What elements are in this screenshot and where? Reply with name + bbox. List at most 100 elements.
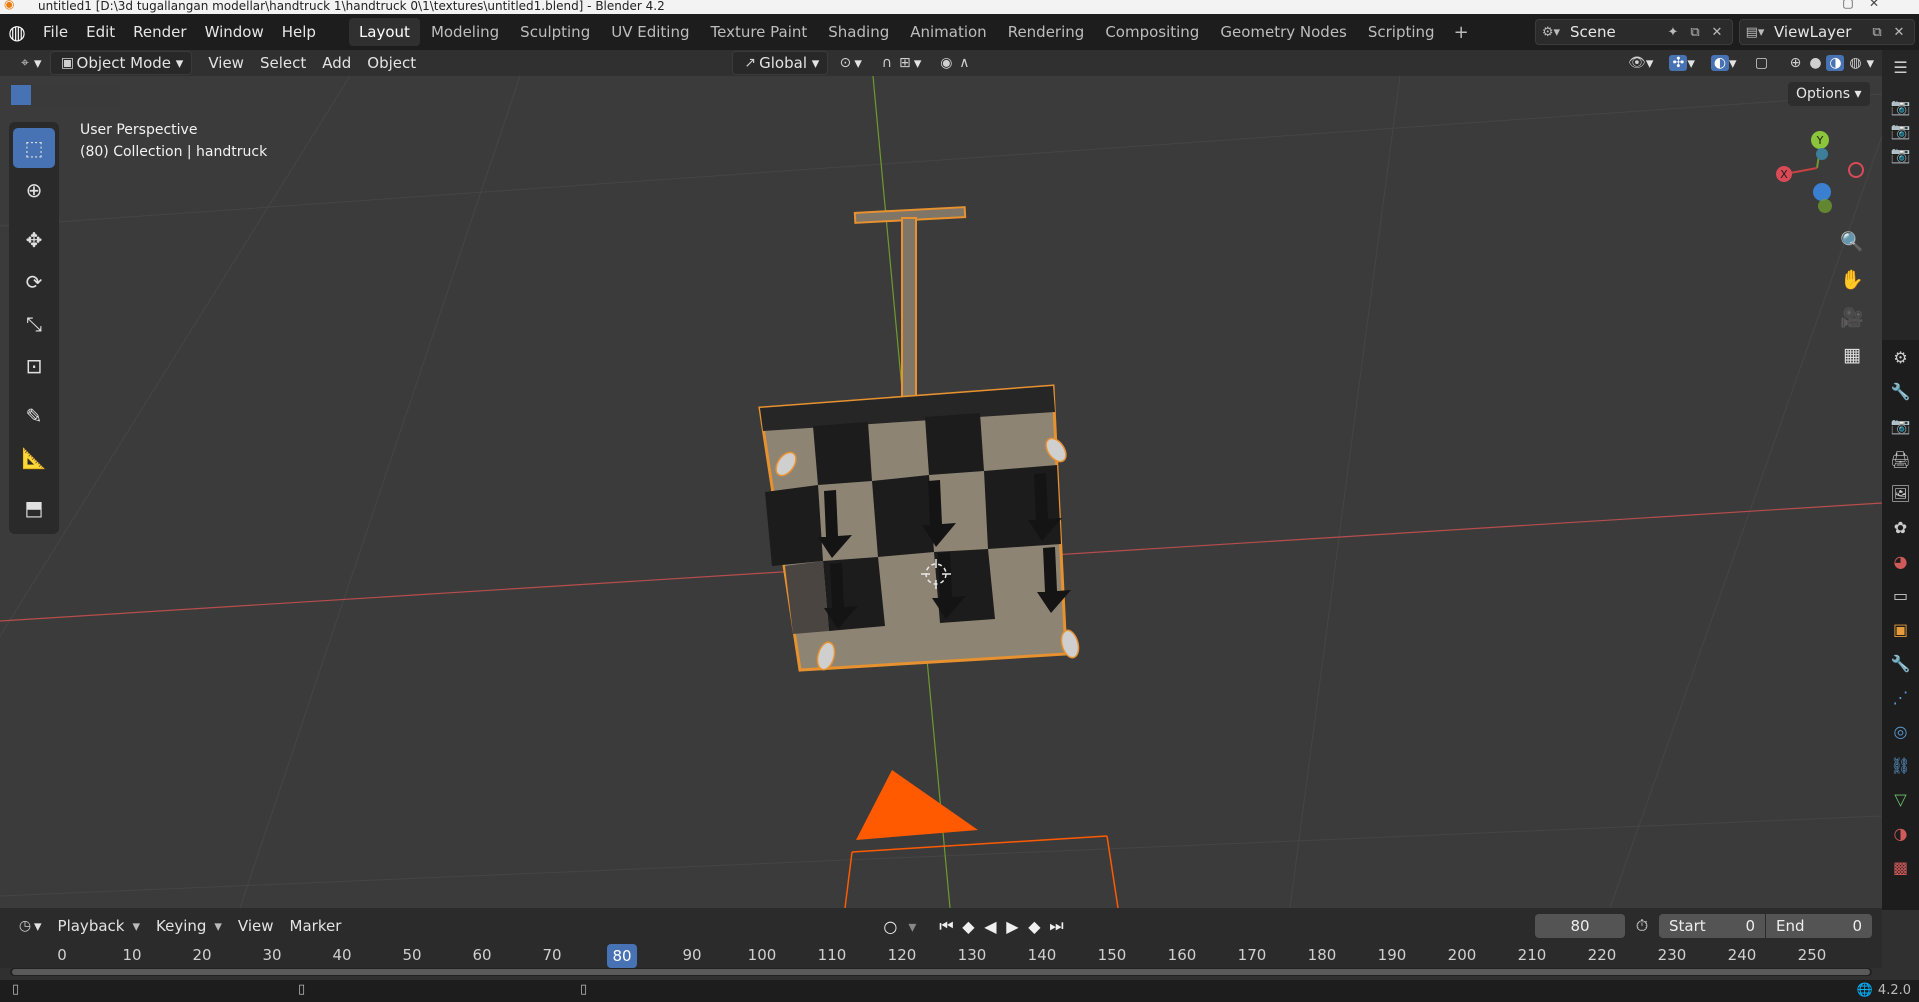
gizmo-z-icon[interactable] xyxy=(1813,183,1831,201)
annotate-tool-icon[interactable]: ✎ xyxy=(13,396,55,436)
camera-up-triangle[interactable] xyxy=(856,770,978,840)
tab-rendering[interactable]: Rendering xyxy=(998,18,1095,46)
rendered-shading-icon[interactable]: ◍ xyxy=(1846,55,1864,71)
camera-visibility-icon[interactable]: 📷 xyxy=(1882,118,1919,142)
navigation-gizmo[interactable]: Y X xyxy=(1770,126,1880,236)
material-properties-icon[interactable]: ◑ xyxy=(1882,816,1919,850)
window-controls[interactable]: ▢ ✕ xyxy=(1842,0,1879,9)
render-properties-icon[interactable]: 📷 xyxy=(1882,408,1919,442)
pivot-dropdown[interactable]: ⊙ ▾ xyxy=(828,51,870,75)
tab-compositing[interactable]: Compositing xyxy=(1095,18,1209,46)
texture-properties-icon[interactable]: ▩ xyxy=(1882,850,1919,884)
header-menu-select[interactable]: Select xyxy=(252,51,314,75)
tool-properties-icon[interactable]: 🔧 xyxy=(1882,374,1919,408)
play-reverse-icon[interactable]: ◀ xyxy=(979,917,1001,936)
menu-file[interactable]: File xyxy=(34,14,77,50)
timeline-menu-playback[interactable]: Playback xyxy=(50,914,133,938)
data-properties-icon[interactable]: ▽ xyxy=(1882,782,1919,816)
timeline-editor-type[interactable]: ◷ ▾ xyxy=(8,914,50,938)
header-menu-object[interactable]: Object xyxy=(359,51,424,75)
world-properties-icon[interactable]: ◕ xyxy=(1882,544,1919,578)
new-view-layer-icon[interactable]: ⧉ xyxy=(1866,25,1888,40)
physics-properties-icon[interactable]: ◎ xyxy=(1882,714,1919,748)
start-frame-field[interactable]: Start 0 xyxy=(1659,914,1765,938)
tab-sculpting[interactable]: Sculpting xyxy=(510,18,600,46)
gizmo-toggle[interactable]: ✣ ▾ xyxy=(1661,51,1703,75)
tab-layout[interactable]: Layout xyxy=(348,18,420,46)
select-box-tool-icon[interactable]: ⬚ xyxy=(13,128,55,168)
transform-tool-icon[interactable]: ⊡ xyxy=(13,346,55,386)
gizmo-neg-x-icon[interactable] xyxy=(1848,162,1864,178)
editor-type-button[interactable]: ⌖ ▾ xyxy=(8,51,50,75)
view-layer-icon[interactable]: ▤▾ xyxy=(1744,25,1766,40)
select-extend-mode-icon[interactable] xyxy=(32,84,54,106)
scene-icon[interactable]: ⚙▾ xyxy=(1540,25,1562,40)
scale-tool-icon[interactable]: ⤡ xyxy=(13,304,55,344)
add-workspace-icon[interactable]: + xyxy=(1446,22,1477,43)
camera-visibility-icon[interactable]: 📷 xyxy=(1882,142,1919,166)
select-box-mode-icon[interactable] xyxy=(10,84,32,106)
view-layer-selector[interactable]: ▤▾ ViewLayer ⧉ ✕ xyxy=(1739,19,1915,45)
axis-gizmo[interactable]: Y X xyxy=(1770,126,1880,236)
rotate-tool-icon[interactable]: ⟳ xyxy=(13,262,55,302)
object-properties-icon[interactable]: ▣ xyxy=(1882,612,1919,646)
header-menu-add[interactable]: Add xyxy=(314,51,359,75)
proportional-editing[interactable]: ◉ ∧ xyxy=(929,51,981,75)
view-layer-name[interactable]: ViewLayer xyxy=(1766,23,1866,41)
camera-visibility-icon[interactable]: 📷 xyxy=(1882,94,1919,118)
scene-properties-icon[interactable]: ✿ xyxy=(1882,510,1919,544)
solid-shading-icon[interactable]: ● xyxy=(1806,55,1824,71)
tab-shading[interactable]: Shading xyxy=(818,18,899,46)
gizmo-neg-y-icon[interactable] xyxy=(1816,148,1828,160)
header-menu-view[interactable]: View xyxy=(200,51,252,75)
camera-view-icon[interactable]: 🎥 xyxy=(1835,300,1869,334)
jump-end-icon[interactable]: ⏭ xyxy=(1045,916,1067,936)
particles-properties-icon[interactable]: ⋰ xyxy=(1882,680,1919,714)
3d-viewport[interactable]: User Perspective (80) Collection | handt… xyxy=(0,76,1882,908)
gizmo-neg-z-icon[interactable] xyxy=(1818,199,1832,213)
delete-scene-icon[interactable]: ✕ xyxy=(1706,25,1728,40)
jump-start-icon[interactable]: ⏮ xyxy=(935,916,957,936)
modifier-properties-icon[interactable]: 🔧 xyxy=(1882,646,1919,680)
collection-properties-icon[interactable]: ▭ xyxy=(1882,578,1919,612)
tab-scripting[interactable]: Scripting xyxy=(1358,18,1445,46)
tab-texture-paint[interactable]: Texture Paint xyxy=(700,18,817,46)
stopwatch-icon[interactable]: ⏱ xyxy=(1631,916,1653,936)
playhead-frame[interactable]: 80 xyxy=(607,944,637,968)
move-tool-icon[interactable]: ✥ xyxy=(13,220,55,260)
snap-toggle[interactable]: ∩ ⊞ ▾ xyxy=(870,51,930,75)
tab-uv-editing[interactable]: UV Editing xyxy=(601,18,699,46)
pan-hand-icon[interactable]: ✋ xyxy=(1835,262,1869,296)
end-frame-field[interactable]: End 0 xyxy=(1766,914,1872,938)
timeline-scrollbar[interactable] xyxy=(10,968,1872,976)
constraints-properties-icon[interactable]: ⛓ xyxy=(1882,748,1919,782)
material-shading-icon[interactable]: ◑ xyxy=(1826,55,1845,71)
menu-window[interactable]: Window xyxy=(196,14,273,50)
add-cube-tool-icon[interactable]: ⬒ xyxy=(13,488,55,528)
orientation-dropdown[interactable]: ↗ Global ▾ xyxy=(732,51,829,75)
timeline-menu-keying[interactable]: Keying xyxy=(148,914,214,938)
properties-editor-icon[interactable]: ⚙ xyxy=(1882,340,1919,374)
visibility-dropdown[interactable]: 👁 ▾ xyxy=(1620,51,1662,75)
xray-toggle[interactable]: ▢ xyxy=(1744,51,1778,75)
tab-modeling[interactable]: Modeling xyxy=(421,18,509,46)
timeline-menu-view[interactable]: View xyxy=(230,914,282,938)
next-keyframe-icon[interactable]: ◆ xyxy=(1023,917,1045,936)
zoom-icon[interactable]: 🔍 xyxy=(1835,224,1869,258)
scrollbar-thumb[interactable] xyxy=(12,969,1870,975)
play-icon[interactable]: ▶ xyxy=(1001,917,1023,936)
new-scene-icon[interactable]: ⧉ xyxy=(1684,25,1706,40)
tab-geometry-nodes[interactable]: Geometry Nodes xyxy=(1210,18,1357,46)
overlay-toggle[interactable]: ◐ ▾ xyxy=(1703,51,1745,75)
select-invert-mode-icon[interactable] xyxy=(76,84,98,106)
timeline-menu-marker[interactable]: Marker xyxy=(282,914,350,938)
delete-view-layer-icon[interactable]: ✕ xyxy=(1888,25,1910,40)
options-dropdown[interactable]: Options ▾ xyxy=(1788,82,1870,106)
viewport-canvas[interactable] xyxy=(0,76,1882,908)
perspective-grid-icon[interactable]: ▦ xyxy=(1835,338,1869,372)
cursor-tool-icon[interactable]: ⊕ xyxy=(13,170,55,210)
mode-dropdown[interactable]: ▣ Object Mode ▾ xyxy=(49,51,193,75)
prev-keyframe-icon[interactable]: ◆ xyxy=(957,917,979,936)
chevron-down-icon[interactable]: ▾ xyxy=(901,917,923,936)
current-frame-field[interactable]: 80 xyxy=(1535,914,1625,938)
